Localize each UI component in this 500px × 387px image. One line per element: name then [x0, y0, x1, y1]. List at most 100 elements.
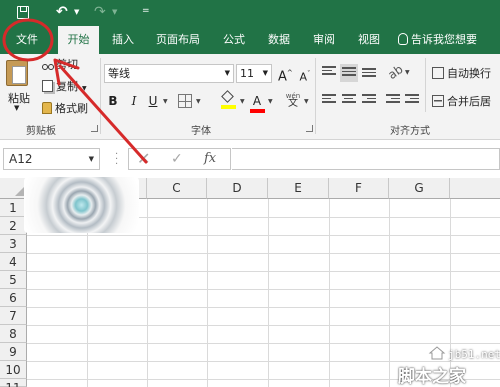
orientation-dropdown-icon[interactable]: ▼ [405, 69, 410, 76]
gridline [207, 199, 208, 387]
alignment-group-label: 对齐方式 [390, 126, 430, 137]
increase-indent-icon[interactable] [405, 94, 419, 106]
align-center-icon[interactable] [342, 94, 356, 106]
fill-color-swatch [221, 105, 236, 109]
name-box[interactable]: A12 ▼ [3, 148, 100, 170]
scissors-icon [42, 58, 54, 70]
bottom-align-icon[interactable] [362, 68, 376, 80]
formula-input[interactable] [232, 148, 500, 170]
shrink-font-button[interactable]: Aˇ [298, 65, 312, 84]
redo-icon[interactable]: ↷ [94, 4, 106, 20]
pasted-image[interactable] [24, 177, 139, 233]
insert-function-button[interactable]: fx [204, 148, 216, 170]
column-header-g[interactable]: G [389, 178, 450, 199]
borders-dropdown-icon[interactable]: ▼ [196, 98, 201, 105]
middle-align-icon[interactable] [340, 64, 358, 82]
phonetic-char: 文 [288, 98, 298, 109]
column-header-d[interactable]: D [207, 178, 268, 199]
select-all-button[interactable] [0, 178, 27, 199]
save-icon[interactable] [17, 6, 29, 19]
clipboard-launcher-icon[interactable] [91, 125, 98, 132]
gridline [147, 199, 148, 387]
enter-icon[interactable]: ✓ [171, 148, 183, 170]
clipboard-group-label: 剪贴板 [26, 126, 56, 137]
redo-dropdown-icon[interactable]: ▼ [112, 8, 117, 16]
wrap-text-icon [432, 67, 444, 79]
gridline [329, 199, 330, 387]
gridline [27, 343, 500, 344]
format-painter-label: 格式刷 [55, 102, 88, 115]
undo-icon[interactable]: ↶ [56, 4, 68, 20]
font-size-combo[interactable]: 11 ▼ [236, 64, 272, 83]
row-header[interactable]: 10 [0, 361, 27, 379]
gridline [27, 289, 500, 290]
merge-center-button[interactable]: 合并后居 [432, 93, 491, 109]
shrink-arrow-icon: ˇ [307, 70, 311, 78]
grow-arrow-icon: ^ [286, 69, 293, 77]
chevron-down-icon: ▼ [262, 69, 268, 77]
font-color-swatch [250, 109, 265, 113]
brush-icon [42, 102, 52, 114]
row-header[interactable]: 8 [0, 325, 27, 343]
tab-data[interactable]: 数据 [258, 26, 300, 54]
column-header-e[interactable]: E [268, 178, 329, 199]
row-header[interactable]: 9 [0, 343, 27, 361]
borders-icon[interactable] [178, 94, 192, 108]
formula-bar-resize-handle[interactable]: · · · [115, 150, 118, 170]
phonetic-guide-button[interactable]: wén 文 [285, 92, 301, 109]
row-header[interactable]: 11 [0, 379, 27, 387]
paste-dropdown-icon[interactable]: ▼ [14, 104, 19, 112]
orientation-icon[interactable]: ab [385, 62, 405, 82]
phonetic-dropdown-icon[interactable]: ▼ [304, 98, 309, 105]
chevron-down-icon: ▼ [224, 69, 230, 77]
row-header[interactable]: 6 [0, 289, 27, 307]
top-align-icon[interactable] [322, 66, 336, 78]
gridline [27, 307, 500, 308]
row-header[interactable]: 5 [0, 271, 27, 289]
tab-view[interactable]: 视图 [349, 26, 389, 54]
copy-dropdown-icon[interactable]: ▼ [82, 85, 87, 92]
tab-review[interactable]: 审阅 [304, 26, 344, 54]
font-group-label: 字体 [191, 126, 211, 137]
underline-dropdown-icon[interactable]: ▼ [163, 98, 168, 105]
align-right-icon[interactable] [362, 94, 376, 106]
font-color-button[interactable]: A [251, 92, 263, 110]
font-name-combo[interactable]: 等线 ▼ [104, 64, 234, 83]
tab-page-layout[interactable]: 页面布局 [148, 26, 208, 54]
cancel-icon[interactable]: ✕ [137, 148, 150, 170]
fill-color-icon[interactable] [221, 90, 236, 109]
row-header[interactable]: 3 [0, 235, 27, 253]
watermark-logo-icon [428, 346, 446, 360]
align-left-icon[interactable] [322, 94, 336, 106]
undo-dropdown-icon[interactable]: ▼ [74, 8, 79, 16]
row-header[interactable]: 1 [0, 199, 27, 217]
column-header-c[interactable]: C [147, 178, 207, 199]
font-color-dropdown-icon[interactable]: ▼ [268, 98, 273, 105]
gridline [27, 235, 500, 236]
italic-button[interactable]: I [128, 92, 140, 110]
column-header-f[interactable]: F [329, 178, 389, 199]
gridline [27, 271, 500, 272]
underline-button[interactable]: U [147, 92, 159, 110]
decrease-indent-icon[interactable] [386, 94, 400, 106]
tell-me-box[interactable]: 告诉我您想要 [398, 26, 477, 54]
bold-button[interactable]: B [106, 92, 120, 110]
tab-file[interactable]: 文件 [6, 26, 48, 54]
format-painter-button[interactable]: 格式刷 [42, 100, 88, 116]
row-header[interactable]: 4 [0, 253, 27, 271]
grow-font-button[interactable]: A^ [278, 64, 293, 84]
wrap-text-button[interactable]: 自动换行 [432, 65, 491, 81]
paste-icon[interactable] [6, 60, 28, 86]
cut-button[interactable]: 剪切 [42, 56, 78, 72]
copy-button[interactable]: 复制 ▼ [42, 78, 87, 94]
font-launcher-icon[interactable] [306, 125, 313, 132]
tab-insert[interactable]: 插入 [103, 26, 143, 54]
row-header[interactable]: 7 [0, 307, 27, 325]
font-color-letter: A [252, 94, 262, 108]
row-header[interactable]: 2 [0, 217, 27, 235]
tab-formulas[interactable]: 公式 [214, 26, 254, 54]
column-header-h[interactable] [450, 178, 500, 199]
tab-home[interactable]: 开始 [58, 26, 99, 54]
fill-dropdown-icon[interactable]: ▼ [240, 98, 245, 105]
customize-qat-button[interactable]: = [142, 6, 150, 16]
